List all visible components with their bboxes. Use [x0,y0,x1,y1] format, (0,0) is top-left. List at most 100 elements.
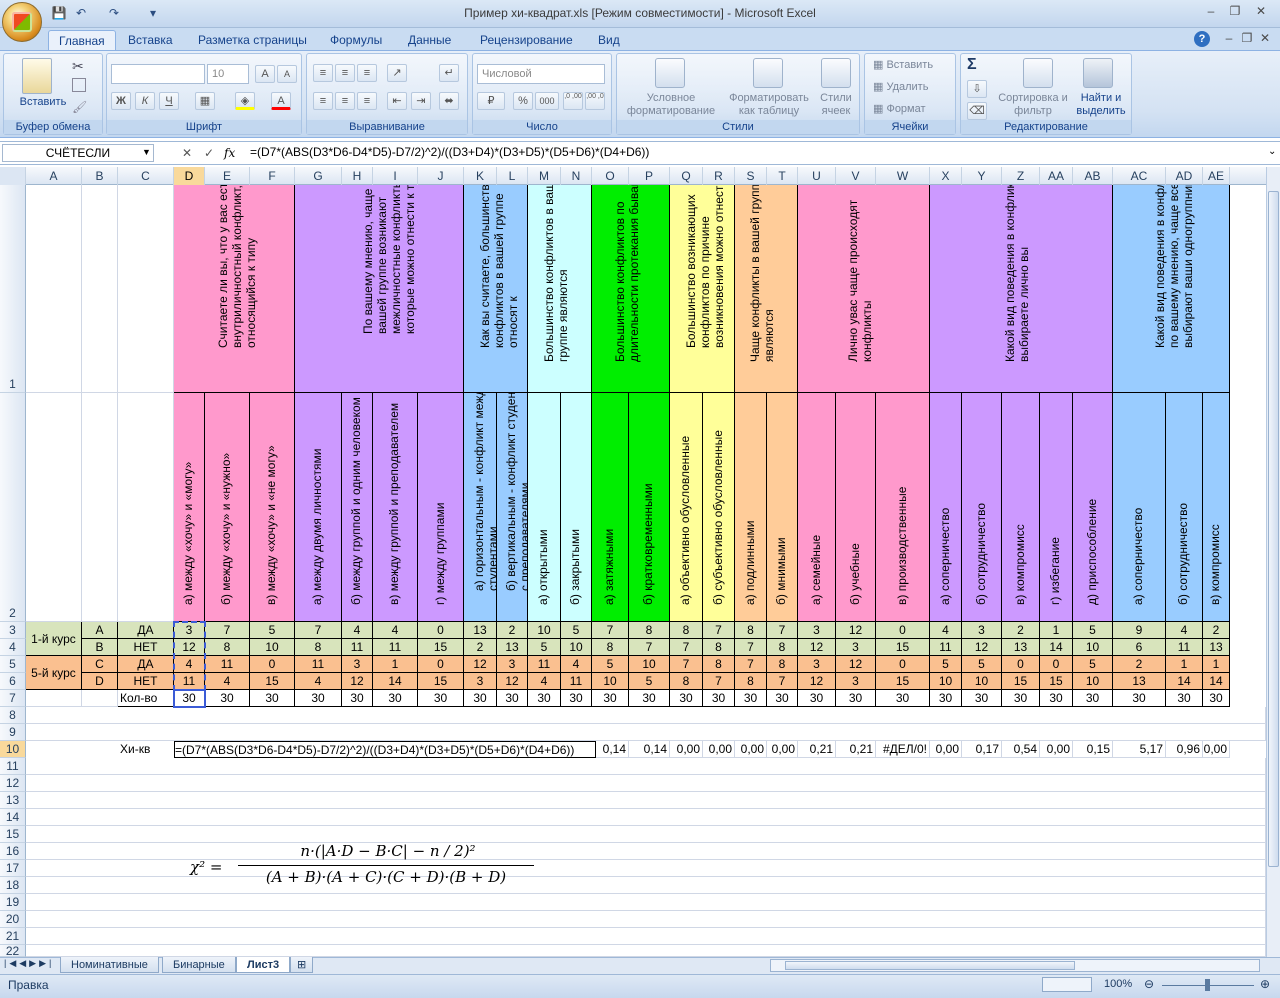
data-cell-e4[interactable]: 8 [205,639,250,656]
chi-value-x[interactable]: 0,00 [930,741,962,758]
row-header-3[interactable]: 3 [0,622,26,639]
row-header-4[interactable]: 4 [0,639,26,656]
align-right-icon[interactable]: ≡ [357,92,377,110]
data-cell-w5[interactable]: 0 [876,656,930,673]
data-cell-g3[interactable]: 7 [295,622,342,639]
chi-value-ab[interactable]: 0,15 [1073,741,1113,758]
sheet-navigation-icon[interactable]: |◀◀▶▶| [4,958,54,969]
expand-formula-bar-icon[interactable]: ⌄ [1268,146,1276,157]
tab-data[interactable]: Данные [398,30,461,50]
data-cell-ac6[interactable]: 13 [1113,673,1166,690]
borders-button[interactable]: ▦ [195,92,215,110]
count-cell-r[interactable]: 30 [703,690,735,707]
data-cell-s3[interactable]: 8 [735,622,767,639]
tab-page-layout[interactable]: Разметка страницы [188,30,317,50]
row-header-11[interactable]: 11 [0,758,26,775]
data-cell-ae4[interactable]: 13 [1203,639,1230,656]
data-cell-w6[interactable]: 15 [876,673,930,690]
row-header-22[interactable]: 22 [0,945,26,957]
count-cell-ad[interactable]: 30 [1166,690,1203,707]
empty-cell[interactable] [26,185,82,393]
data-cell-x6[interactable]: 10 [930,673,962,690]
row-header-17[interactable]: 17 [0,860,26,877]
data-cell-z4[interactable]: 13 [1002,639,1040,656]
increase-indent-icon[interactable]: ⇥ [411,92,431,110]
data-cell-ae5[interactable]: 1 [1203,656,1230,673]
data-cell-h6[interactable]: 12 [342,673,373,690]
data-cell-r6[interactable]: 7 [703,673,735,690]
conditional-formatting-button[interactable]: Условное форматирование [619,92,723,118]
chi-value-aa[interactable]: 0,00 [1040,741,1073,758]
data-cell-g5[interactable]: 11 [295,656,342,673]
data-cell-u5[interactable]: 3 [798,656,836,673]
delete-cells-button[interactable]: ▦ Удалить [873,81,949,94]
chi-value-z[interactable]: 0,54 [1002,741,1040,758]
sort-filter-button[interactable]: Сортировка и фильтр [995,92,1071,118]
clear-icon[interactable]: ⌫ [967,102,987,120]
row-header-10[interactable]: 10 [0,741,26,758]
count-cell-y[interactable]: 30 [962,690,1002,707]
row-header-18[interactable]: 18 [0,877,26,894]
row-header-19[interactable]: 19 [0,894,26,911]
cell-styles-icon[interactable] [821,58,851,88]
data-cell-p5[interactable]: 10 [629,656,670,673]
view-buttons[interactable] [1042,977,1092,992]
count-cell-z[interactable]: 30 [1002,690,1040,707]
empty-row-21[interactable] [26,928,1266,945]
data-cell-r4[interactable]: 8 [703,639,735,656]
count-cell-q[interactable]: 30 [670,690,703,707]
data-cell-g6[interactable]: 4 [295,673,342,690]
shrink-font-button[interactable]: A [277,65,297,83]
count-cell-w[interactable]: 30 [876,690,930,707]
empty-cell[interactable] [118,393,174,622]
empty-cell[interactable] [82,393,118,622]
data-cell-ad3[interactable]: 4 [1166,622,1203,639]
count-cell-p[interactable]: 30 [629,690,670,707]
align-bottom-icon[interactable]: ≡ [357,64,377,82]
insert-cells-button[interactable]: ▦ Вставить [873,59,949,72]
cut-icon[interactable]: ✂ [72,58,84,75]
empty-cell[interactable] [118,185,174,393]
orientation-icon[interactable]: ↗ [387,64,407,82]
empty-row-13[interactable] [26,792,1266,809]
count-cell-v[interactable]: 30 [836,690,876,707]
data-cell-ac4[interactable]: 6 [1113,639,1166,656]
row-header-2[interactable]: 2 [0,393,26,622]
count-cell-o[interactable]: 30 [592,690,629,707]
data-cell-q4[interactable]: 7 [670,639,703,656]
count-cell-k[interactable]: 30 [464,690,497,707]
data-cell-s6[interactable]: 8 [735,673,767,690]
data-cell-m4[interactable]: 5 [528,639,561,656]
data-cell-v3[interactable]: 12 [836,622,876,639]
data-cell-o3[interactable]: 7 [592,622,629,639]
data-cell-x4[interactable]: 11 [930,639,962,656]
horizontal-scroll-thumb[interactable] [785,961,1075,970]
data-cell-l5[interactable]: 3 [497,656,528,673]
empty-row-20[interactable] [26,911,1266,928]
empty-row-15[interactable] [26,826,1266,843]
minimize-button[interactable]: – [1200,3,1222,19]
data-cell-f4[interactable]: 10 [250,639,295,656]
data-cell-v6[interactable]: 3 [836,673,876,690]
chi-value-p[interactable]: 0,14 [629,741,670,758]
paste-button[interactable]: Вставить [8,96,78,109]
empty-cell[interactable] [26,393,82,622]
data-cell-o6[interactable]: 10 [592,673,629,690]
tab-formulas[interactable]: Формулы [320,30,392,50]
data-cell-g4[interactable]: 8 [295,639,342,656]
data-cell-m5[interactable]: 11 [528,656,561,673]
align-left-icon[interactable]: ≡ [313,92,333,110]
vertical-scrollbar[interactable] [1266,167,1280,957]
align-middle-icon[interactable]: ≡ [335,64,355,82]
count-cell-ae[interactable]: 30 [1203,690,1230,707]
chi-value-s[interactable]: 0,00 [735,741,767,758]
data-cell-j5[interactable]: 0 [418,656,464,673]
empty-row-8[interactable] [26,707,1266,724]
data-cell-ab4[interactable]: 10 [1073,639,1113,656]
bold-button[interactable]: Ж [111,92,131,110]
data-cell-n5[interactable]: 4 [561,656,592,673]
format-as-table-button[interactable]: Форматировать как таблицу [723,92,815,118]
row-header-6[interactable]: 6 [0,673,26,690]
count-cell-e[interactable]: 30 [205,690,250,707]
data-cell-k5[interactable]: 12 [464,656,497,673]
